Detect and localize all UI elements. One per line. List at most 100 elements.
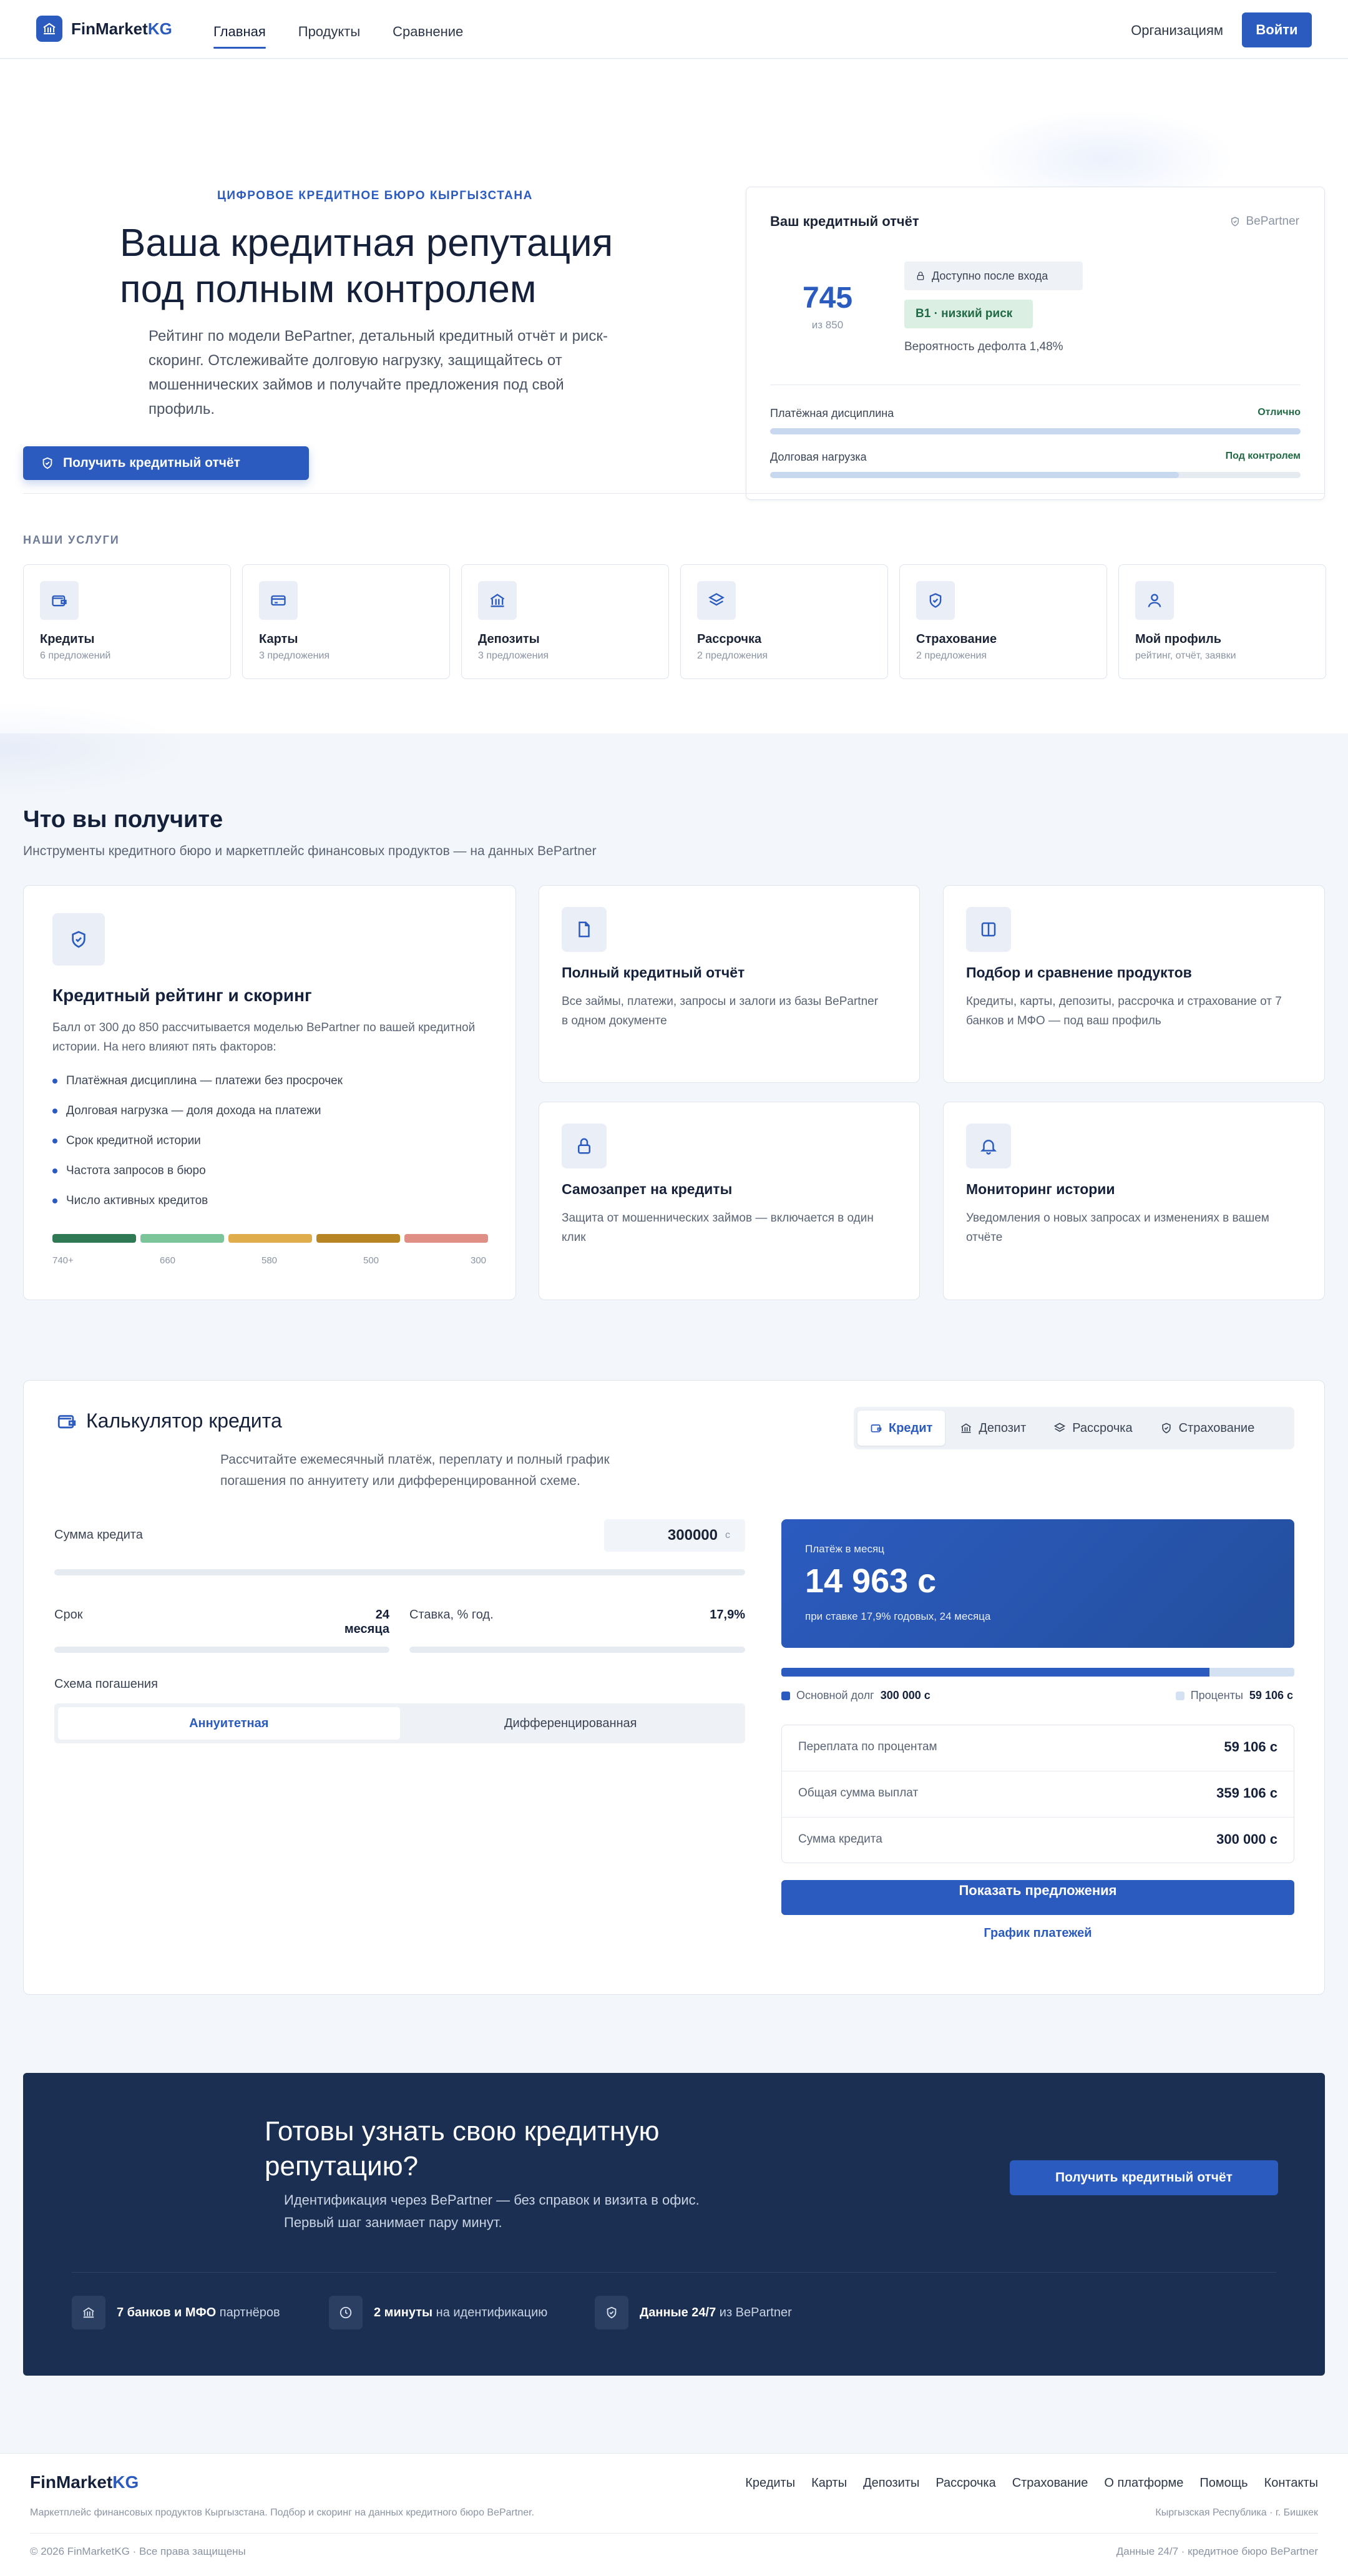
footer-logo[interactable]: FinMarketKG — [30, 2472, 139, 2492]
footer-link-cards[interactable]: Карты — [811, 2476, 847, 2490]
rate-value: 17,9% — [710, 1608, 745, 1622]
hero-section: ЦИФРОВОЕ КРЕДИТНОЕ БЮРО КЫРГЫЗСТАНА Ваша… — [0, 59, 1348, 796]
legend-principal: Основной долг 300 000 с — [781, 1689, 930, 1702]
service-name: Карты — [259, 632, 298, 646]
term-label: Срок — [54, 1608, 83, 1622]
locked-badge: Доступно после входа — [904, 262, 1083, 290]
risk-badge: B1 · низкий риск — [904, 300, 1033, 328]
service-sub: 3 предложения — [259, 650, 330, 661]
shield-check-icon — [41, 456, 54, 470]
bar-track — [770, 472, 1301, 478]
features-subtitle: Инструменты кредитного бюро и маркетплей… — [23, 844, 597, 858]
legend-swatch — [781, 1691, 790, 1700]
fact-data: Данные 24/7 из BePartner — [595, 2296, 792, 2329]
score-value: 745 — [802, 282, 853, 315]
score-scale-segment — [140, 1234, 224, 1243]
service-card-credits[interactable]: Кредиты 6 предложений — [23, 564, 231, 679]
locked-label: Доступно после входа — [932, 269, 1048, 282]
term-slider[interactable] — [54, 1647, 389, 1653]
footer-link-deposits[interactable]: Депозиты — [863, 2476, 919, 2490]
logo[interactable]: FinMarketKG — [36, 16, 172, 42]
nav-item-products[interactable]: Продукты — [298, 24, 360, 49]
footer-link-insurance[interactable]: Страхование — [1012, 2476, 1088, 2490]
score-scale-segment — [228, 1234, 312, 1243]
feature-card-self-ban: Самозапрет на кредиты Защита от мошеннич… — [539, 1102, 920, 1300]
service-name: Кредиты — [40, 632, 95, 646]
tab-insurance[interactable]: Страхование — [1148, 1411, 1267, 1446]
hero-eyebrow: ЦИФРОВОЕ КРЕДИТНОЕ БЮРО КЫРГЫЗСТАНА — [217, 189, 533, 202]
shield-icon — [916, 581, 955, 620]
summary-label: Сумма кредита — [798, 1833, 882, 1846]
features-title: Что вы получите — [23, 806, 223, 833]
nav-item-home[interactable]: Главная — [213, 24, 266, 49]
service-card-installments[interactable]: Рассрочка 2 предложения — [680, 564, 888, 679]
layers-icon — [1053, 1422, 1066, 1434]
summary-value: 300 000 с — [1216, 1831, 1277, 1847]
amount-input[interactable]: 300000 с — [604, 1519, 745, 1552]
footer-link-installments[interactable]: Рассрочка — [935, 2476, 995, 2490]
get-report-button[interactable]: Получить кредитный отчёт — [23, 446, 309, 480]
rate-slider[interactable] — [409, 1647, 745, 1653]
feature-desc: Балл от 300 до 850 рассчитывается модель… — [52, 1021, 476, 1054]
currency-label: с — [725, 1530, 730, 1540]
document-icon — [562, 907, 607, 952]
organizations-link[interactable]: Организациям — [1131, 22, 1223, 39]
summary-label: Общая сумма выплат — [798, 1786, 919, 1800]
fact-partners: 7 банков и МФО партнёров — [72, 2296, 280, 2329]
amount-slider[interactable] — [54, 1569, 745, 1575]
scale-label: 580 — [261, 1255, 278, 1266]
bar-status: Под контролем — [1225, 451, 1301, 461]
score-scale-segment — [404, 1234, 488, 1243]
footer-logo-accent: KG — [112, 2472, 139, 2492]
scheme-annuity[interactable]: Аннуитетная — [58, 1707, 400, 1740]
tab-label: Кредит — [889, 1421, 933, 1435]
calculator-title: Калькулятор кредита — [86, 1409, 282, 1432]
footer-link-credits[interactable]: Кредиты — [745, 2476, 795, 2490]
bar-fill — [770, 428, 1301, 434]
fact-bold: 2 минуты — [374, 2305, 433, 2319]
service-card-cards[interactable]: Карты 3 предложения — [242, 564, 450, 679]
legend-label: Проценты — [1190, 1689, 1243, 1702]
footer-link-about[interactable]: О платформе — [1104, 2476, 1183, 2490]
cta-report-button[interactable]: Получить кредитный отчёт — [1010, 2160, 1278, 2195]
calculator-tabs: Кредит Депозит Рассрочка Страхование — [854, 1407, 1294, 1449]
tab-credit[interactable]: Кредит — [857, 1411, 945, 1446]
service-card-deposits[interactable]: Депозиты 3 предложения — [461, 564, 669, 679]
scheme-label: Схема погашения — [54, 1677, 158, 1691]
service-card-profile[interactable]: Мой профиль рейтинг, отчёт, заявки — [1118, 564, 1326, 679]
footer-link-contacts[interactable]: Контакты — [1264, 2476, 1318, 2490]
nav-item-compare[interactable]: Сравнение — [393, 24, 463, 49]
summary-row: Общая сумма выплат 359 106 с — [782, 1771, 1294, 1818]
login-button[interactable]: Войти — [1242, 12, 1312, 47]
fact-bold: 7 банков и МФО — [117, 2305, 217, 2319]
legend-interest: Проценты 59 106 с — [1175, 1689, 1293, 1702]
top-header: FinMarketKG Главная Продукты Сравнение О… — [0, 0, 1348, 59]
footer-link-help[interactable]: Помощь — [1199, 2476, 1248, 2490]
bar-label: Платёжная дисциплина — [770, 407, 894, 419]
service-card-insurance[interactable]: Страхование 2 предложения — [899, 564, 1107, 679]
show-offers-button[interactable]: Показать предложения — [781, 1880, 1294, 1915]
tab-installment[interactable]: Рассрочка — [1041, 1411, 1145, 1446]
footer-nav: Кредиты Карты Депозиты Рассрочка Страхов… — [745, 2476, 1318, 2490]
lock-icon — [562, 1124, 607, 1168]
scale-label: 740+ — [52, 1255, 74, 1266]
monthly-payment-panel: Платёж в месяц 14 963 с при ставке 17,9%… — [781, 1519, 1294, 1648]
logo-accent: KG — [147, 19, 172, 38]
divider — [30, 2533, 1318, 2534]
scheme-differentiated[interactable]: Дифференцированная — [400, 1707, 742, 1740]
factor-item: Долговая нагрузка — доля дохода на плате… — [52, 1104, 321, 1118]
feature-title: Подбор и сравнение продуктов — [966, 964, 1192, 981]
wallet-icon — [56, 1411, 77, 1432]
bank-icon — [960, 1422, 972, 1434]
loan-calculator: Калькулятор кредита Рассчитайте ежемесяч… — [23, 1380, 1325, 1995]
scale-label: 500 — [363, 1255, 379, 1266]
payment-schedule-link[interactable]: График платежей — [781, 1926, 1294, 1941]
cta-title: Готовы узнать свою кредитную репутацию? — [265, 2116, 660, 2182]
lock-icon — [916, 271, 926, 281]
columns-icon — [966, 907, 1011, 952]
scale-label: 660 — [160, 1255, 176, 1266]
footer: FinMarketKG Кредиты Карты Депозиты Расср… — [0, 2453, 1348, 2576]
feature-card-compare: Подбор и сравнение продуктов Кредиты, ка… — [943, 885, 1325, 1083]
rate-label: Ставка, % год. — [409, 1608, 494, 1622]
tab-deposit[interactable]: Депозит — [947, 1411, 1038, 1446]
